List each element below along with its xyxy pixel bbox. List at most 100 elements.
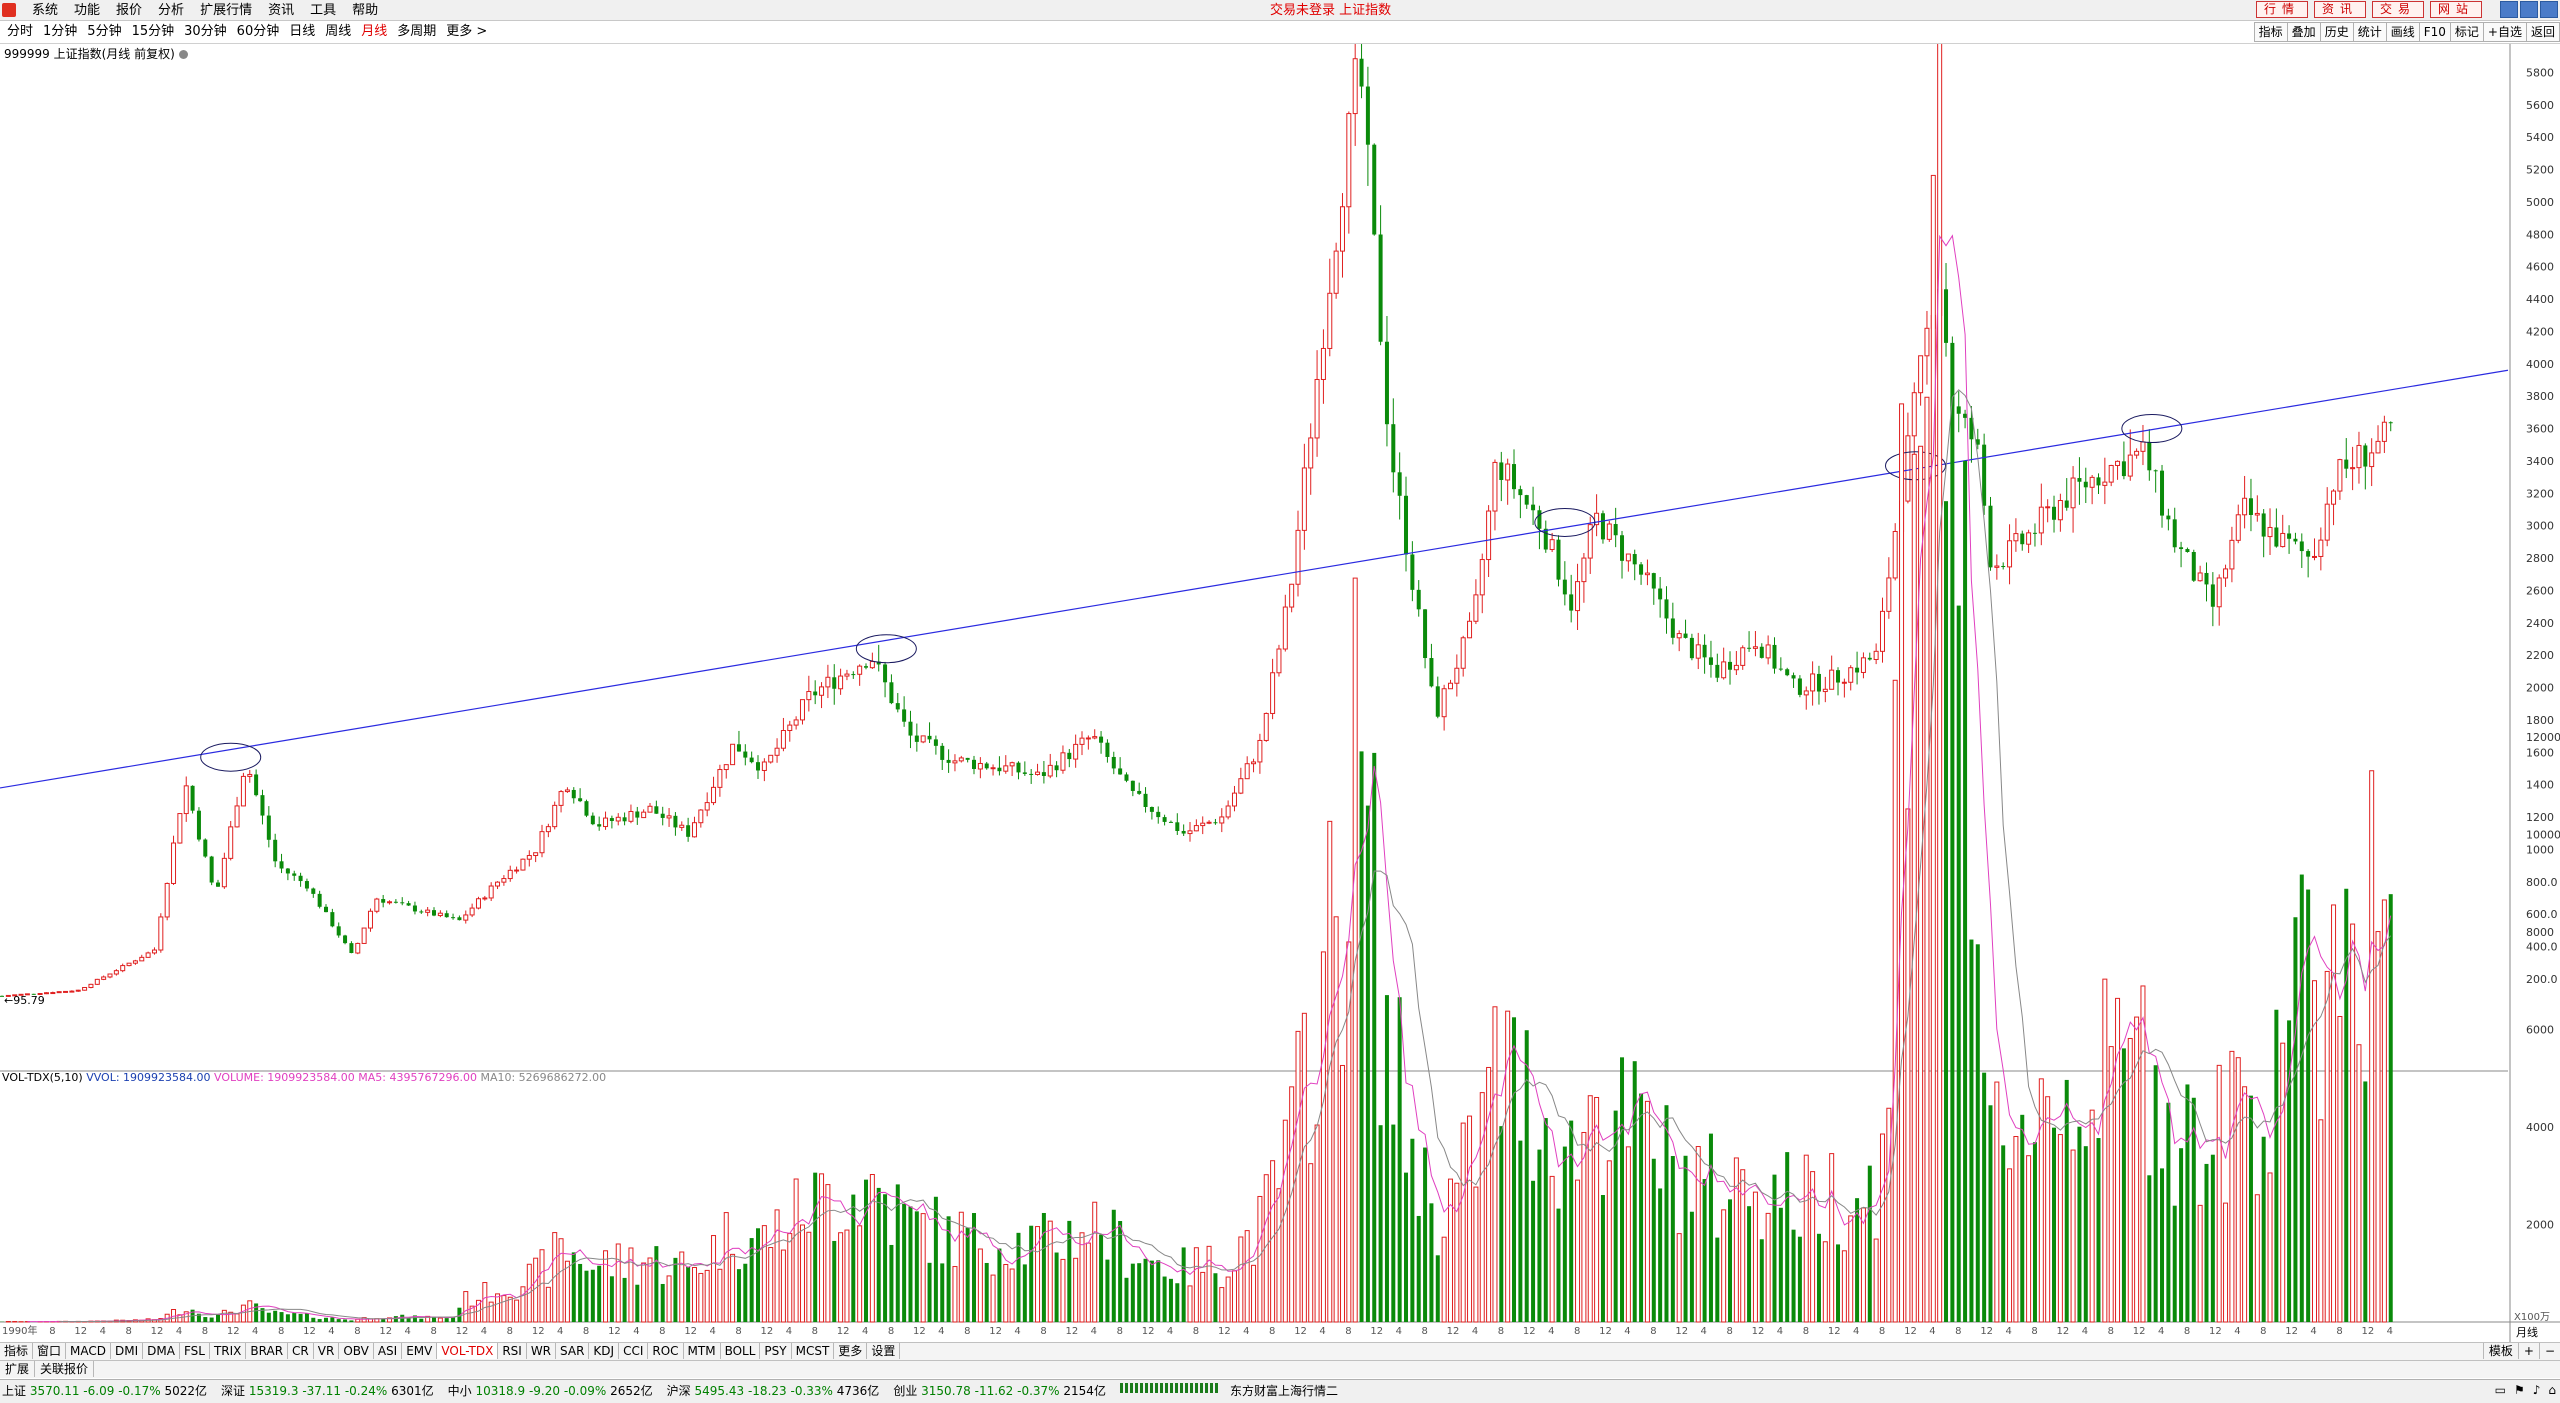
period-tab-15min[interactable]: 15分钟 — [127, 23, 180, 41]
remove-window-button[interactable]: − — [2539, 1343, 2560, 1359]
indicator-tab-macd[interactable]: MACD — [66, 1343, 111, 1359]
indicator-tab-更多[interactable]: 更多 — [834, 1343, 867, 1359]
volume-bar — [1055, 1253, 1059, 1322]
volume-bar — [1696, 1147, 1700, 1322]
tool-mark-button[interactable]: 标记 — [2450, 22, 2484, 42]
indicator-tab-emv[interactable]: EMV — [402, 1343, 437, 1359]
indicator-tab-dmi[interactable]: DMI — [111, 1343, 143, 1359]
menu-item-tools[interactable]: 工具 — [302, 2, 344, 19]
volume-bar — [2084, 1146, 2088, 1322]
ext-tab-extend[interactable]: 扩展 — [0, 1361, 35, 1377]
candle-body — [2204, 573, 2208, 584]
menu-item-quote[interactable]: 报价 — [108, 2, 150, 19]
candle-body — [997, 768, 1001, 771]
news-button[interactable]: 资讯 — [2314, 1, 2366, 18]
flag-icon[interactable]: ⚑ — [2514, 1383, 2525, 1397]
close-icon[interactable] — [2540, 1, 2558, 18]
volume-bar — [1531, 1181, 1535, 1322]
period-tab-monthly[interactable]: 月线 — [356, 23, 392, 41]
volume-bar — [1360, 751, 1364, 1322]
quote-button[interactable]: 行情 — [2256, 1, 2308, 18]
indicator-tab-brar[interactable]: BRAR — [246, 1343, 288, 1359]
indicator-tab-obv[interactable]: OBV — [339, 1343, 374, 1359]
x-axis-month-label: 8 — [202, 1326, 208, 1337]
x-axis-month-label: 4 — [1624, 1326, 1630, 1337]
ticker-sh[interactable]: 上证 3570.11 -6.09 -0.17% 5022亿 — [2, 1383, 207, 1399]
indicator-tab-psy[interactable]: PSY — [760, 1343, 791, 1359]
ticker-hs[interactable]: 沪深 5495.43 -18.23 -0.33% 4736亿 — [667, 1383, 880, 1399]
minimize-icon[interactable] — [2500, 1, 2518, 18]
indicator-tab-roc[interactable]: ROC — [648, 1343, 683, 1359]
speaker-icon[interactable]: ♪ — [2533, 1383, 2541, 1397]
candle-body — [1334, 251, 1338, 293]
indicator-tab-指标[interactable]: 指标 — [0, 1343, 33, 1359]
candle-body — [2192, 552, 2196, 581]
period-tab-1min[interactable]: 1分钟 — [38, 23, 82, 41]
indicator-tab-asi[interactable]: ASI — [374, 1343, 402, 1359]
indicator-tab-fsl[interactable]: FSL — [180, 1343, 210, 1359]
volume-bar — [1709, 1134, 1713, 1322]
period-tab-weekly[interactable]: 周线 — [320, 23, 356, 41]
indicator-tab-窗口[interactable]: 窗口 — [33, 1343, 66, 1359]
ticker-change: -6.09 — [83, 1384, 114, 1398]
server-name[interactable]: 东方财富上海行情二 — [1230, 1383, 1338, 1399]
volume-bar — [826, 1185, 830, 1322]
maximize-icon[interactable] — [2520, 1, 2538, 18]
template-button[interactable]: 模板 — [2483, 1343, 2518, 1359]
candle-body — [356, 943, 360, 953]
kline-chart[interactable]: 6124.04←95.79 200.0400.0600.0800.0100012… — [0, 44, 2560, 1342]
period-tab-more[interactable]: 更多 > — [441, 23, 492, 41]
indicator-tab-dma[interactable]: DMA — [143, 1343, 180, 1359]
period-tab-daily[interactable]: 日线 — [284, 23, 320, 41]
period-tab-60min[interactable]: 60分钟 — [232, 23, 285, 41]
indicator-tab-kdj[interactable]: KDJ — [589, 1343, 619, 1359]
indicator-tab-rsi[interactable]: RSI — [498, 1343, 527, 1359]
add-window-button[interactable]: + — [2518, 1343, 2539, 1359]
tool-draw-button[interactable]: 画线 — [2386, 22, 2420, 42]
tool-add-favorite-button[interactable]: +自选 — [2483, 22, 2527, 42]
indicator-tab-trix[interactable]: TRIX — [210, 1343, 246, 1359]
menu-item-news[interactable]: 资讯 — [260, 2, 302, 19]
tool-f10-button[interactable]: F10 — [2419, 22, 2451, 42]
tool-back-button[interactable]: 返回 — [2526, 22, 2560, 42]
settings-dot-icon[interactable] — [179, 50, 188, 59]
indicator-tab-sar[interactable]: SAR — [556, 1343, 589, 1359]
menu-item-ext-quote[interactable]: 扩展行情 — [192, 2, 260, 19]
menu-item-function[interactable]: 功能 — [66, 2, 108, 19]
website-button[interactable]: 网站 — [2430, 1, 2482, 18]
tool-indicator-button[interactable]: 指标 — [2254, 22, 2288, 42]
volume-bar — [1817, 1234, 1821, 1322]
period-tab-intraday[interactable]: 分时 — [2, 23, 38, 41]
indicator-tab-vr[interactable]: VR — [314, 1343, 340, 1359]
indicator-tab-cci[interactable]: CCI — [619, 1343, 648, 1359]
indicator-tab-vol-tdx[interactable]: VOL-TDX — [437, 1343, 498, 1359]
indicator-tab-mcst[interactable]: MCST — [792, 1343, 835, 1359]
menu-item-system[interactable]: 系统 — [24, 2, 66, 19]
candle-body — [1912, 393, 1916, 436]
indicator-tab-wr[interactable]: WR — [527, 1343, 556, 1359]
tool-overlay-button[interactable]: 叠加 — [2287, 22, 2321, 42]
monitor-icon[interactable]: ▭ — [2495, 1383, 2506, 1397]
indicator-tab-mtm[interactable]: MTM — [684, 1343, 721, 1359]
indicator-tab-cr[interactable]: CR — [288, 1343, 314, 1359]
menu-item-help[interactable]: 帮助 — [344, 2, 386, 19]
candle-body — [1671, 618, 1675, 637]
ticker-cy[interactable]: 创业 3150.78 -11.62 -0.37% 2154亿 — [893, 1383, 1106, 1399]
indicator-tab-设置[interactable]: 设置 — [867, 1343, 900, 1359]
indicator-tab-boll[interactable]: BOLL — [721, 1343, 761, 1359]
tool-stats-button[interactable]: 统计 — [2353, 22, 2387, 42]
menu-item-analysis[interactable]: 分析 — [150, 2, 192, 19]
period-tab-5min[interactable]: 5分钟 — [82, 23, 126, 41]
volume-bar — [267, 1313, 271, 1322]
ticker-sz[interactable]: 深证 15319.3 -37.11 -0.24% 6301亿 — [221, 1383, 434, 1399]
volume-bar — [705, 1270, 709, 1322]
period-tab-30min[interactable]: 30分钟 — [179, 23, 232, 41]
volume-bar — [1156, 1260, 1160, 1322]
annotation-ellipse — [201, 743, 261, 771]
tool-history-button[interactable]: 历史 — [2320, 22, 2354, 42]
ticker-zx[interactable]: 中小 10318.9 -9.20 -0.09% 2652亿 — [448, 1383, 653, 1399]
ext-tab-related-quote[interactable]: 关联报价 — [35, 1361, 94, 1377]
trade-button[interactable]: 交易 — [2372, 1, 2424, 18]
lock-icon[interactable]: ⌂ — [2548, 1383, 2556, 1397]
period-tab-multi[interactable]: 多周期 — [392, 23, 441, 41]
